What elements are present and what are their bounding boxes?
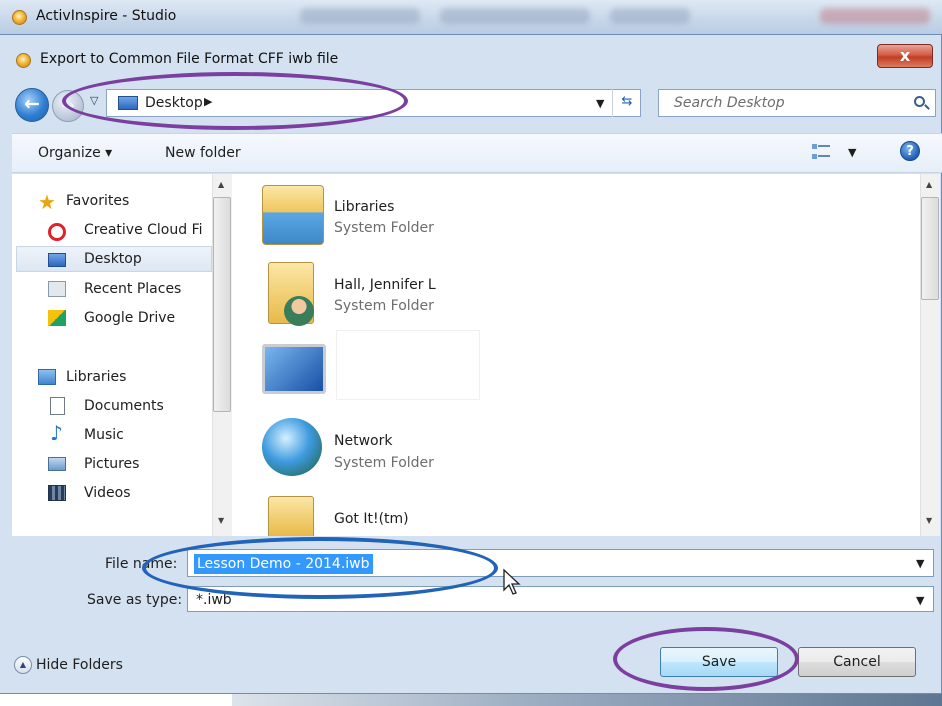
- forward-arrow-icon[interactable]: →: [52, 90, 84, 122]
- nav-item-music[interactable]: Music: [84, 427, 124, 443]
- activinspire-logo-icon: [12, 10, 27, 25]
- file-scroll-thumb[interactable]: [921, 197, 939, 300]
- refresh-icon[interactable]: ⇆: [612, 89, 641, 117]
- file-name-network[interactable]: Network: [334, 433, 392, 449]
- search-icon[interactable]: [914, 96, 925, 107]
- save-type-select[interactable]: [187, 586, 934, 612]
- music-note-icon: ♪: [50, 421, 63, 445]
- libraries-icon: [38, 369, 56, 385]
- hide-folders-button[interactable]: Hide Folders: [36, 657, 123, 673]
- cancel-button[interactable]: Cancel: [798, 647, 916, 677]
- nav-item-creative-cloud[interactable]: Creative Cloud Fi: [84, 222, 203, 238]
- help-button[interactable]: ?: [900, 141, 920, 161]
- computer-icon: [262, 344, 326, 394]
- chevron-up-icon[interactable]: ▲: [14, 656, 32, 674]
- scroll-down-icon[interactable]: ▼: [926, 516, 932, 525]
- folder-icon: [268, 496, 314, 536]
- organize-button[interactable]: Organize ▾: [38, 145, 112, 161]
- save-type-label: Save as type:: [87, 592, 183, 608]
- file-type-network: System Folder: [334, 455, 434, 471]
- videos-icon: [48, 485, 66, 501]
- dialog-app-icon: [16, 53, 31, 68]
- desktop-icon: [48, 253, 66, 267]
- nav-item-desktop[interactable]: Desktop: [84, 251, 142, 267]
- nav-item-recent-places[interactable]: Recent Places: [84, 281, 181, 297]
- address-location[interactable]: Desktop: [145, 95, 203, 111]
- nav-favorites[interactable]: Favorites: [66, 193, 129, 209]
- user-avatar-icon: [284, 296, 314, 326]
- scroll-down-icon[interactable]: ▼: [218, 516, 224, 525]
- nav-item-videos[interactable]: Videos: [84, 485, 131, 501]
- recent-places-icon: [48, 281, 66, 297]
- file-name-dropdown-icon[interactable]: ▼: [916, 557, 924, 570]
- mouse-cursor-icon: [503, 568, 521, 595]
- scroll-up-icon[interactable]: ▲: [218, 180, 224, 189]
- network-globe-icon: [262, 418, 322, 476]
- file-type-libraries: System Folder: [334, 220, 434, 236]
- close-button[interactable]: x: [877, 44, 933, 68]
- star-icon: ★: [38, 190, 56, 214]
- app-title: ActivInspire - Studio: [36, 8, 177, 24]
- save-type-value[interactable]: *.iwb: [196, 592, 232, 608]
- breadcrumb-arrow-icon[interactable]: ▶: [204, 95, 212, 108]
- creative-cloud-icon: [48, 223, 66, 241]
- desktop-icon: [118, 96, 138, 110]
- address-dropdown-icon[interactable]: ▼: [596, 97, 604, 110]
- nav-item-pictures[interactable]: Pictures: [84, 456, 139, 472]
- dialog-title: Export to Common File Format CFF iwb fil…: [40, 51, 339, 67]
- nav-item-google-drive[interactable]: Google Drive: [84, 310, 175, 326]
- file-name-value[interactable]: Lesson Demo - 2014.iwb: [194, 554, 373, 574]
- save-type-dropdown-icon[interactable]: ▼: [916, 594, 924, 607]
- pictures-icon: [48, 457, 66, 471]
- file-name-label: File name:: [105, 556, 178, 572]
- nav-item-documents[interactable]: Documents: [84, 398, 164, 414]
- search-placeholder: Search Desktop: [674, 95, 785, 111]
- history-dropdown-icon[interactable]: ▽: [90, 94, 98, 107]
- view-dropdown-icon[interactable]: ▼: [848, 146, 856, 159]
- scroll-up-icon[interactable]: ▲: [926, 180, 932, 189]
- file-type-user: System Folder: [334, 298, 434, 314]
- command-toolbar: [12, 133, 942, 173]
- libraries-folder-icon: [262, 185, 324, 245]
- redacted-computer-name: [336, 330, 480, 400]
- file-name-got-it[interactable]: Got It!(tm): [334, 511, 409, 527]
- file-name-libraries[interactable]: Libraries: [334, 199, 394, 215]
- back-arrow-icon[interactable]: ←: [15, 88, 49, 122]
- save-button[interactable]: Save: [660, 647, 778, 677]
- documents-icon: [50, 397, 65, 415]
- nav-scroll-thumb[interactable]: [213, 197, 231, 412]
- change-view-icon[interactable]: [812, 142, 830, 162]
- new-folder-button[interactable]: New folder: [165, 145, 241, 161]
- google-drive-icon: [48, 310, 66, 326]
- nav-libraries[interactable]: Libraries: [66, 369, 126, 385]
- file-name-user[interactable]: Hall, Jennifer L: [334, 277, 436, 293]
- background-window-edge: [232, 694, 942, 706]
